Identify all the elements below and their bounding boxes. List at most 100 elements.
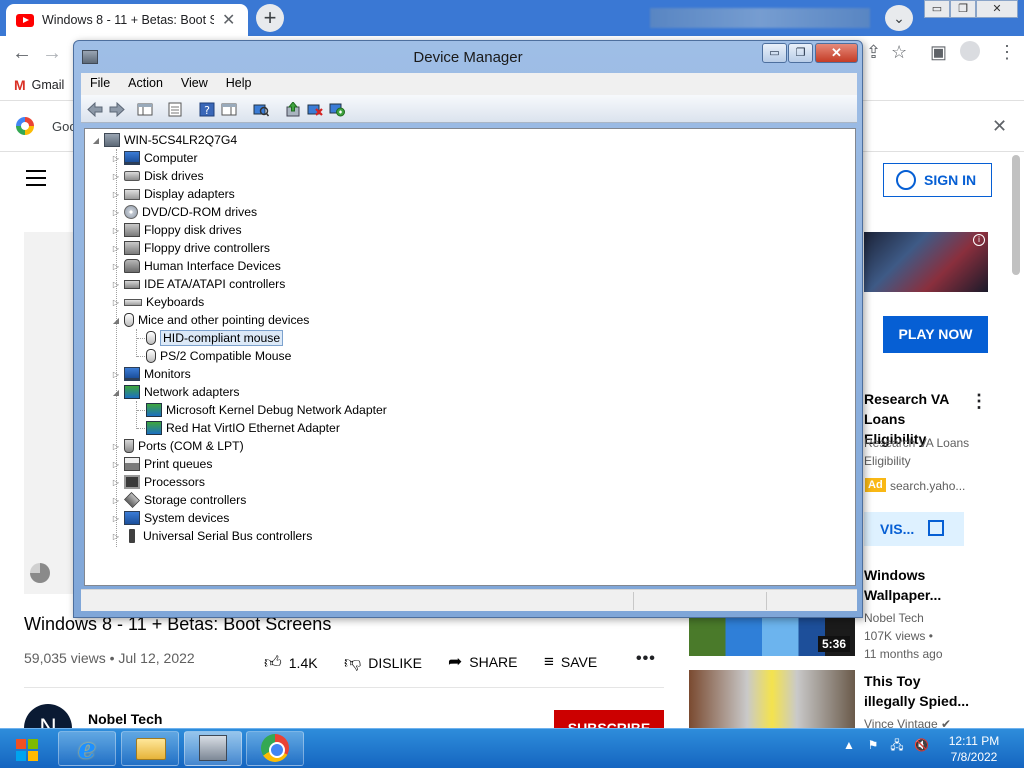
expand-arrow-icon[interactable]: ▷ bbox=[111, 298, 121, 307]
page-scrollbar[interactable] bbox=[1012, 155, 1020, 275]
tree-node-floppy-disk-drives[interactable]: ▷ Floppy disk drives bbox=[111, 221, 242, 239]
play-now-button[interactable]: PLAY NOW bbox=[883, 316, 988, 353]
expand-arrow-icon[interactable]: ▷ bbox=[111, 154, 121, 163]
collapse-arrow-icon[interactable]: ◢ bbox=[91, 136, 101, 145]
hamburger-menu-icon[interactable] bbox=[26, 170, 46, 186]
close-button[interactable]: ✕ bbox=[815, 43, 858, 63]
tree-node-disk-drives[interactable]: ▷ Disk drives bbox=[111, 167, 204, 185]
forward-arrow-icon[interactable]: → bbox=[42, 42, 62, 65]
infobar-close-icon[interactable]: ✕ bbox=[992, 116, 1007, 137]
tree-node-ports[interactable]: ▷ Ports (COM & LPT) bbox=[111, 437, 244, 455]
tree-node-print-queues[interactable]: ▷ Print queues bbox=[111, 455, 212, 473]
browser-tab[interactable]: Windows 8 - 11 + Betas: Boot Sc ✕ bbox=[6, 4, 248, 36]
maximize-button[interactable]: ❐ bbox=[788, 43, 813, 63]
uninstall-icon[interactable] bbox=[307, 102, 323, 117]
tree-node-ide-controllers[interactable]: ▷ IDE ATA/ATAPI controllers bbox=[111, 275, 285, 293]
expand-arrow-icon[interactable]: ▷ bbox=[111, 262, 121, 271]
tree-root[interactable]: ◢ WIN-5CS4LR2Q7G4 bbox=[91, 131, 237, 149]
action-pane-icon[interactable] bbox=[221, 102, 237, 117]
tree-node-processors[interactable]: ▷ Processors bbox=[111, 473, 205, 491]
expand-arrow-icon[interactable]: ▷ bbox=[111, 244, 121, 253]
recommendation-title[interactable]: Windows Wallpaper... bbox=[864, 565, 974, 605]
expand-arrow-icon[interactable]: ▷ bbox=[111, 172, 121, 181]
device-tree-pane[interactable]: ◢ WIN-5CS4LR2Q7G4 ▷ Computer ▷ Disk driv… bbox=[84, 128, 856, 586]
like-button[interactable]: 👍︎ 1.4K bbox=[264, 652, 318, 673]
browser-restore-button[interactable]: ❐ bbox=[950, 0, 976, 18]
tree-node-keyboards[interactable]: ▷ Keyboards bbox=[111, 293, 204, 311]
update-driver-icon[interactable] bbox=[285, 101, 301, 117]
tree-leaf-virtio-ethernet-adapter[interactable]: Red Hat VirtIO Ethernet Adapter bbox=[143, 419, 340, 437]
ad-menu-icon[interactable]: ⋮ bbox=[970, 391, 988, 412]
tree-node-computer[interactable]: ▷ Computer bbox=[111, 149, 198, 167]
properties-icon[interactable] bbox=[167, 102, 183, 117]
recommendation-title[interactable]: This Toy illegally Spied... bbox=[864, 671, 974, 711]
tree-node-human-interface-devices[interactable]: ▷ Human Interface Devices bbox=[111, 257, 281, 275]
tree-node-floppy-drive-controllers[interactable]: ▷ Floppy drive controllers bbox=[111, 239, 270, 257]
menu-view[interactable]: View bbox=[172, 73, 217, 95]
expand-arrow-icon[interactable]: ▷ bbox=[111, 532, 121, 541]
recommendation-thumbnail[interactable] bbox=[689, 670, 855, 730]
menu-action[interactable]: Action bbox=[119, 73, 172, 95]
expand-arrow-icon[interactable]: ▷ bbox=[111, 226, 121, 235]
tree-node-usb-controllers[interactable]: ▷ Universal Serial Bus controllers bbox=[111, 527, 312, 545]
action-center-flag-icon[interactable]: ⚑ bbox=[866, 738, 880, 752]
network-icon[interactable]: 🖧 bbox=[890, 738, 904, 752]
tree-leaf-ps2-mouse[interactable]: PS/2 Compatible Mouse bbox=[143, 347, 291, 365]
new-tab-button[interactable]: + bbox=[256, 4, 284, 32]
device-manager-titlebar[interactable]: Device Manager ▭ ❐ ✕ bbox=[74, 41, 862, 71]
sidebar-icon[interactable]: ▣ bbox=[930, 42, 947, 63]
expand-arrow-icon[interactable]: ▷ bbox=[111, 496, 121, 505]
share-icon[interactable]: ⇪ bbox=[866, 42, 881, 63]
menu-file[interactable]: File bbox=[81, 73, 119, 95]
start-button[interactable] bbox=[3, 731, 51, 767]
menu-icon[interactable]: ⋮ bbox=[998, 42, 1016, 63]
minimize-button[interactable]: ▭ bbox=[762, 43, 787, 63]
show-hide-console-tree-icon[interactable] bbox=[137, 102, 153, 117]
scan-hardware-icon[interactable] bbox=[253, 102, 270, 117]
expand-arrow-icon[interactable]: ▷ bbox=[111, 442, 121, 451]
expand-arrow-icon[interactable]: ▷ bbox=[111, 280, 121, 289]
expand-arrow-icon[interactable]: ▷ bbox=[111, 208, 121, 217]
tab-close-icon[interactable]: ✕ bbox=[222, 10, 235, 30]
tree-node-mice[interactable]: ◢ Mice and other pointing devices bbox=[111, 311, 309, 329]
clock[interactable]: 12:11 PM 7/8/2022 bbox=[936, 733, 1012, 765]
visit-site-button[interactable]: VIS... bbox=[864, 512, 964, 546]
more-actions-icon[interactable]: ••• bbox=[636, 650, 656, 668]
sign-in-button[interactable]: SIGN IN bbox=[883, 163, 992, 197]
bookmark-gmail[interactable]: M Gmail bbox=[14, 77, 64, 93]
info-icon[interactable]: i bbox=[973, 234, 985, 246]
star-icon[interactable]: ☆ bbox=[891, 42, 907, 63]
tree-node-monitors[interactable]: ▷ Monitors bbox=[111, 365, 191, 383]
ad-image[interactable] bbox=[864, 232, 988, 292]
help-icon[interactable]: ? bbox=[199, 102, 215, 117]
volume-muted-icon[interactable]: 🔇 bbox=[914, 738, 929, 752]
tab-search-button[interactable]: ⌄ bbox=[885, 5, 913, 31]
tree-node-network-adapters[interactable]: ◢ Network adapters bbox=[111, 383, 240, 401]
tree-node-dvd-cd-rom-drives[interactable]: ▷ DVD/CD-ROM drives bbox=[111, 203, 257, 221]
expand-arrow-icon[interactable]: ▷ bbox=[111, 460, 121, 469]
back-arrow-icon[interactable]: ← bbox=[12, 42, 32, 65]
browser-minimize-button[interactable]: ▭ bbox=[924, 0, 950, 18]
profile-icon[interactable] bbox=[960, 41, 980, 61]
save-button[interactable]: ≡ SAVE bbox=[544, 652, 597, 672]
expand-arrow-icon[interactable]: ▷ bbox=[111, 190, 121, 199]
back-icon[interactable] bbox=[87, 101, 103, 118]
dislike-button[interactable]: 👎︎ DISLIKE bbox=[344, 652, 422, 673]
collapse-arrow-icon[interactable]: ◢ bbox=[111, 388, 121, 397]
collapse-arrow-icon[interactable]: ◢ bbox=[111, 316, 121, 325]
channel-name[interactable]: Nobel Tech bbox=[88, 711, 162, 727]
tree-node-system-devices[interactable]: ▷ System devices bbox=[111, 509, 229, 527]
browser-close-button[interactable]: ✕ bbox=[976, 0, 1018, 18]
tree-leaf-kernel-debug-adapter[interactable]: Microsoft Kernel Debug Network Adapter bbox=[143, 401, 387, 419]
tree-node-storage-controllers[interactable]: ▷ Storage controllers bbox=[111, 491, 246, 509]
enable-device-icon[interactable] bbox=[329, 102, 345, 117]
tree-node-display-adapters[interactable]: ▷ Display adapters bbox=[111, 185, 235, 203]
menu-help[interactable]: Help bbox=[217, 73, 261, 95]
tree-leaf-hid-compliant-mouse[interactable]: HID-compliant mouse bbox=[143, 329, 284, 347]
share-button[interactable]: ➦ SHARE bbox=[448, 652, 517, 672]
show-hidden-icons-icon[interactable]: ▲ bbox=[842, 738, 856, 752]
expand-arrow-icon[interactable]: ▷ bbox=[111, 514, 121, 523]
forward-icon[interactable] bbox=[109, 101, 125, 118]
expand-arrow-icon[interactable]: ▷ bbox=[111, 478, 121, 487]
expand-arrow-icon[interactable]: ▷ bbox=[111, 370, 121, 379]
